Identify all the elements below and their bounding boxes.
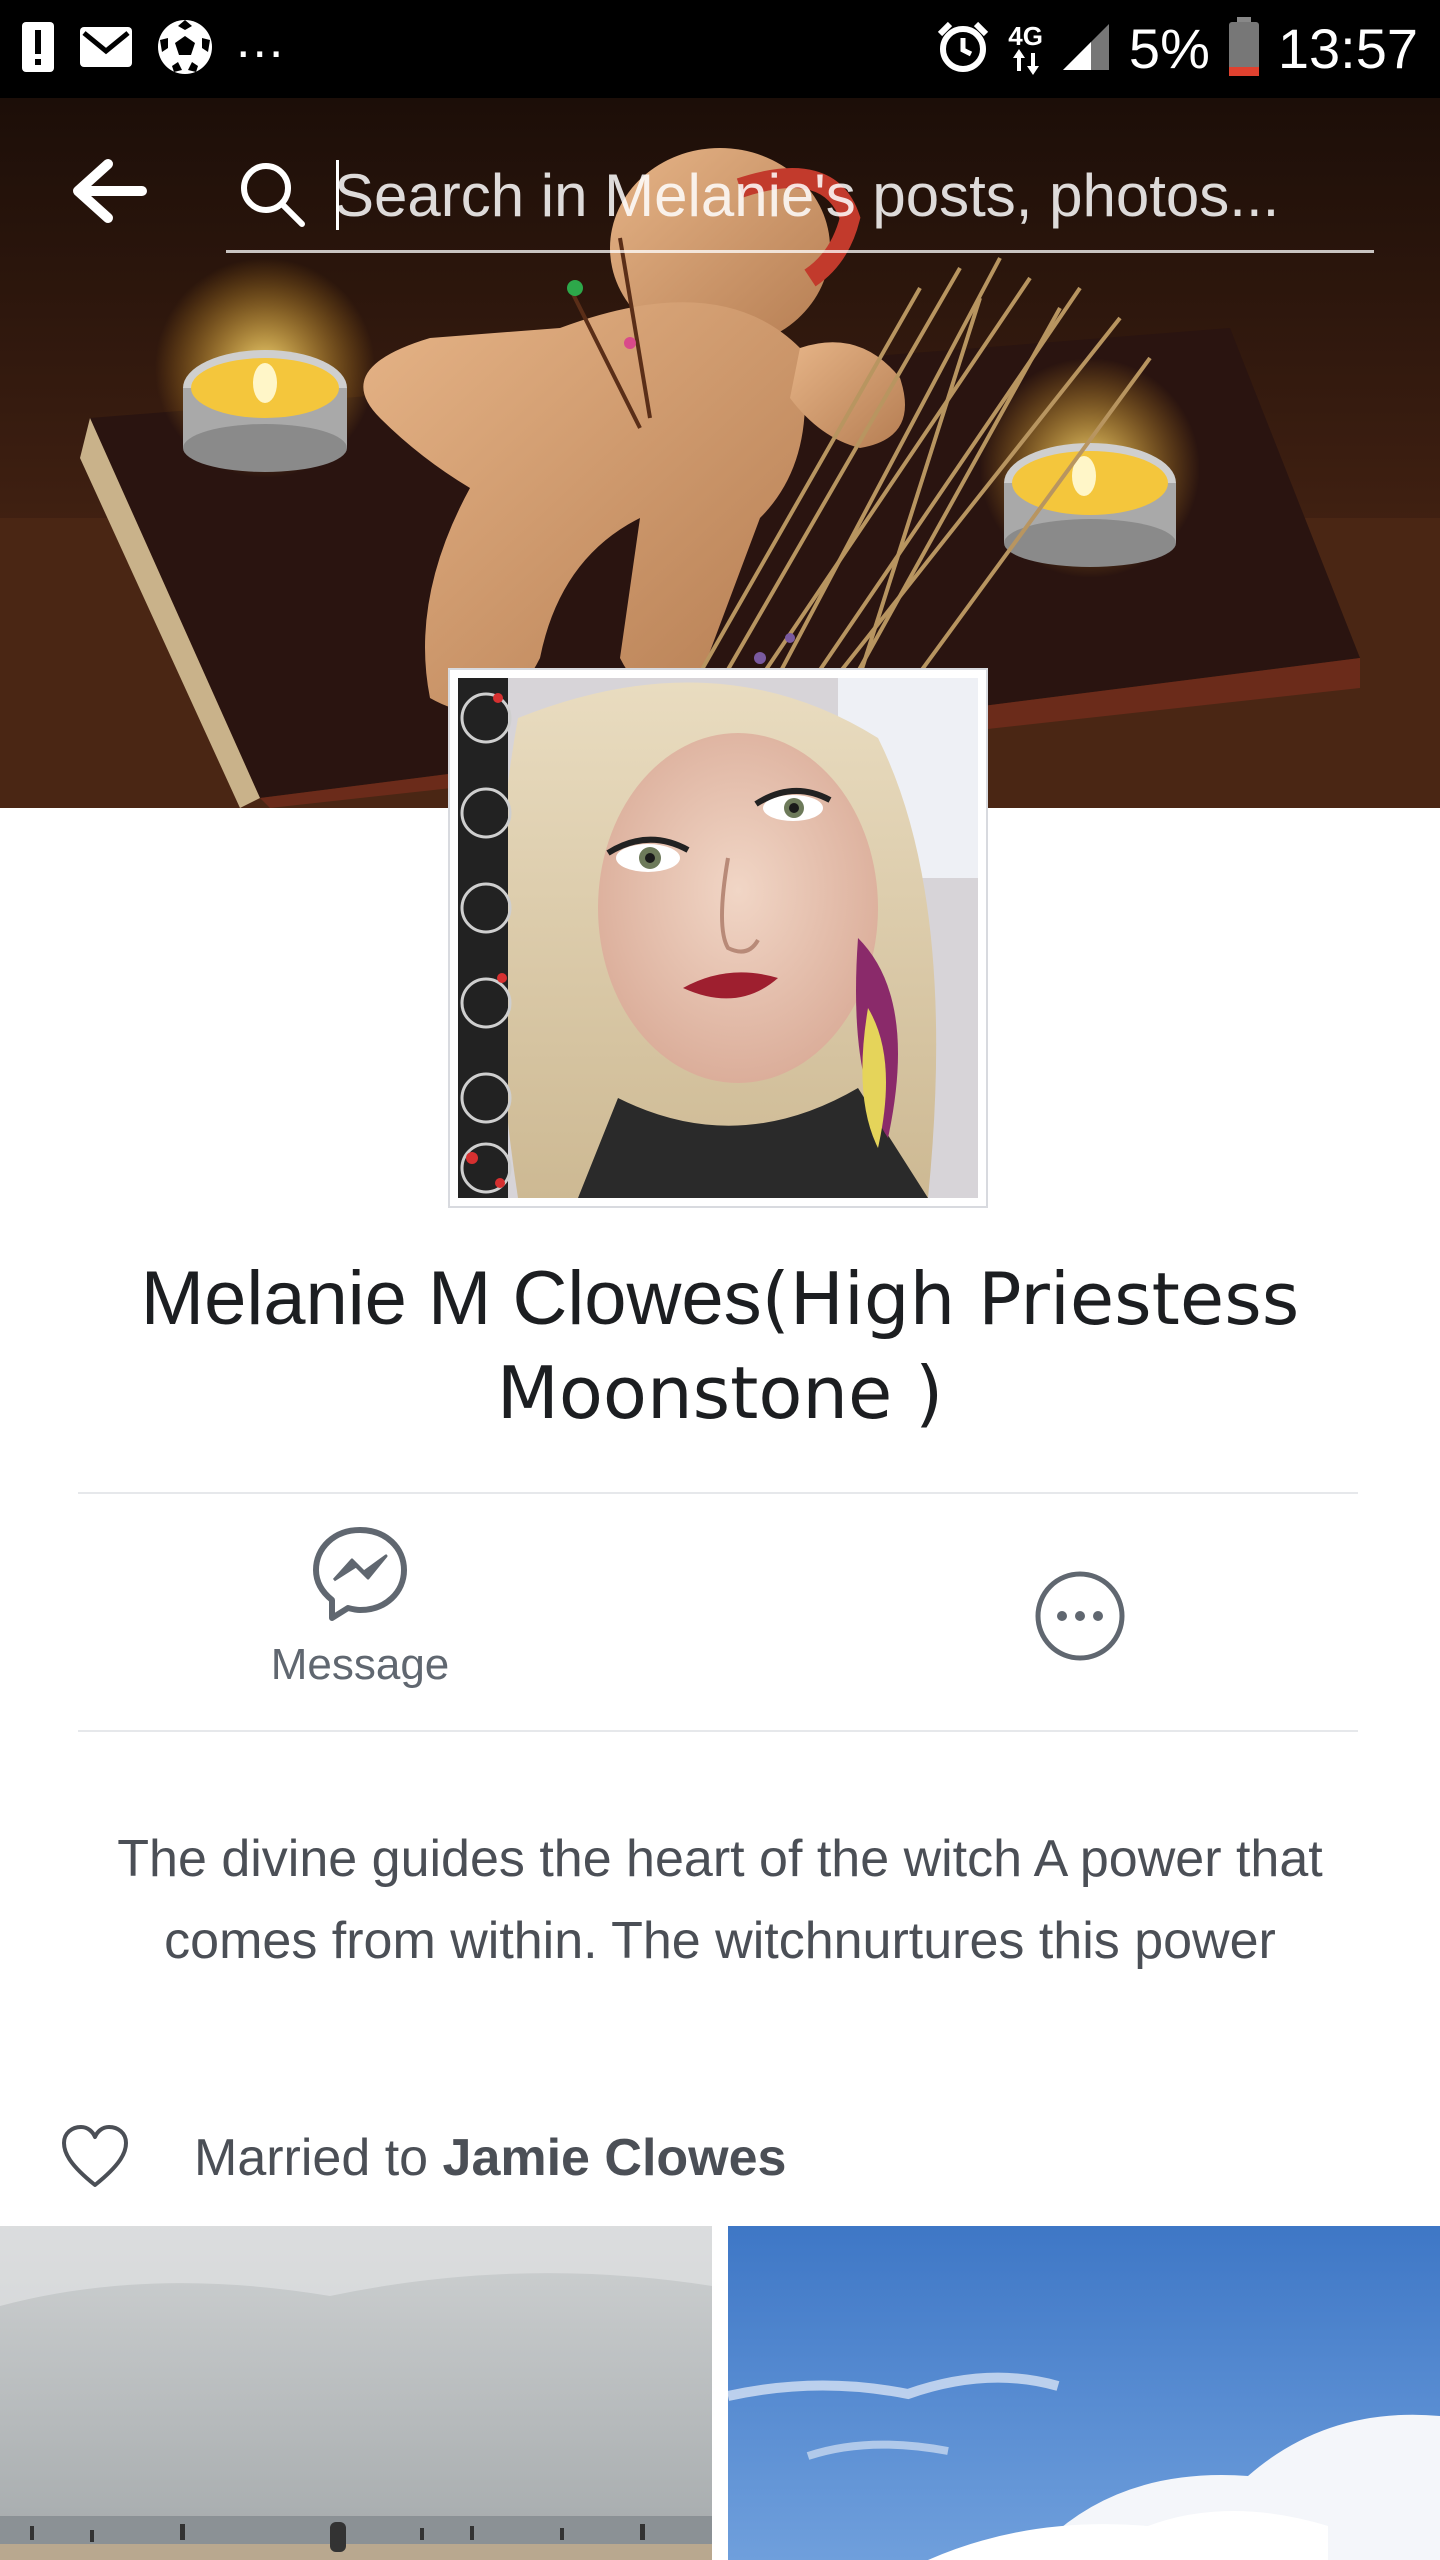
- back-arrow-icon: [73, 159, 147, 223]
- relationship-prefix: Married to: [194, 2129, 443, 2187]
- relationship-text: Married to Jamie Clowes: [194, 2128, 786, 2188]
- photo-thumbnail[interactable]: [728, 2226, 1440, 2560]
- battery-percent: 5%: [1128, 17, 1210, 80]
- photo-thumbnail[interactable]: [0, 2226, 712, 2560]
- clock: 13:57: [1277, 17, 1418, 80]
- alarm-icon: [936, 20, 990, 79]
- more-horizontal-icon: [1035, 1571, 1125, 1661]
- search-icon: [241, 163, 305, 227]
- status-right-icons: 4G 5% 13:57: [936, 14, 1418, 84]
- profile-display-name: Melanie M Clowes: [140, 1256, 762, 1341]
- more-options-button[interactable]: [1030, 1566, 1130, 1666]
- alert-icon: [20, 20, 56, 79]
- relationship-partner-link[interactable]: Jamie Clowes: [443, 2129, 787, 2187]
- mail-icon: [78, 25, 134, 74]
- heart-icon: [62, 2125, 128, 2187]
- back-button[interactable]: [70, 156, 150, 226]
- more-notifications-indicator: ...: [236, 11, 286, 69]
- profile-bio: The divine guides the heart of the witch…: [117, 1830, 1323, 1970]
- profile-photo: [458, 678, 978, 1198]
- status-bar: ... 4G 5% 13:57: [0, 0, 1440, 98]
- divider: [78, 1730, 1358, 1732]
- profile-picture[interactable]: [448, 668, 988, 1208]
- text-cursor: [336, 160, 339, 230]
- sky-photo: [728, 2226, 1440, 2560]
- relationship-row: Married to Jamie Clowes: [60, 2118, 786, 2198]
- signal-icon: [1061, 22, 1111, 77]
- soccer-ball-icon: [156, 18, 214, 81]
- divider: [78, 1492, 1358, 1494]
- battery-icon: [1228, 16, 1260, 82]
- messenger-icon: [313, 1527, 407, 1621]
- network-type-indicator: 4G: [1008, 23, 1043, 75]
- message-label: Message: [270, 1640, 450, 1689]
- message-button[interactable]: Message: [230, 1520, 490, 1710]
- profile-name: Melanie M Clowes(High Priestess Moonston…: [60, 1252, 1380, 1440]
- search-header: [0, 98, 1440, 268]
- data-arrows-icon: [1012, 49, 1039, 75]
- beach-photo: [0, 2226, 712, 2560]
- status-left-icons: ...: [20, 14, 285, 81]
- search-input[interactable]: [334, 150, 1354, 240]
- search-field[interactable]: [226, 146, 1374, 253]
